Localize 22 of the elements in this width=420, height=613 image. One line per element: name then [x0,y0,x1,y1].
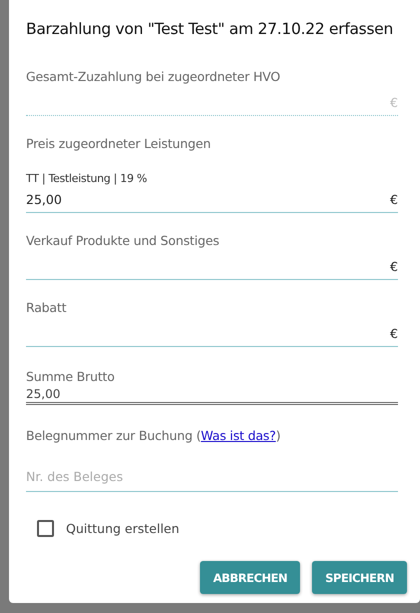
field-sublabel: TT | Testleistung | 19 % [26,172,148,185]
currency-suffix: € [390,192,398,207]
field-label: Summe Brutto [26,369,116,384]
total-value: 25,00 [26,387,398,405]
save-button[interactable]: SPEICHERN [312,561,407,594]
cancel-button[interactable]: ABBRECHEN [200,561,300,594]
dialog-title: Barzahlung von "Test Test" am 27.10.22 erfassen [26,20,394,38]
checkbox[interactable] [37,520,54,537]
field-label: Rabatt [26,300,68,315]
currency-suffix: € [390,95,398,110]
field-label: Gesamt-Zuzahlung bei zugeordneter HVO [26,69,282,84]
field-label: Belegnummer zur Buchung (Was ist das?) [26,428,282,443]
currency-suffix: € [390,259,398,274]
field-label: Verkauf Produkte und Sonstiges [26,233,220,248]
checkbox-label: Quittung erstellen [66,521,180,536]
field-label: Preis zugeordneter Leistungen [26,136,212,151]
help-link[interactable]: Was ist das? [200,428,276,443]
receipt-number-field[interactable]: Nr. des Beleges [26,469,398,492]
currency-suffix: € [390,326,398,341]
amount-field[interactable]: € [26,323,398,347]
amount-field[interactable]: 25,00 € [26,189,398,213]
amount-field[interactable]: € [26,256,398,280]
